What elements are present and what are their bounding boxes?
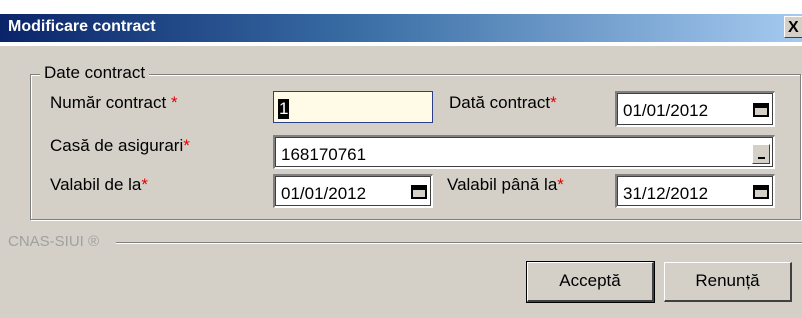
numar-contract-input[interactable]: 1 — [273, 91, 433, 123]
numar-contract-label: Număr contract * — [50, 93, 178, 112]
calendar-icon[interactable] — [411, 185, 427, 199]
data-contract-value: 01/01/2012 — [623, 101, 709, 120]
numar-contract-value: 1 — [278, 99, 290, 119]
valabil-pana-la-value: 31/12/2012 — [623, 184, 709, 203]
required-mark: * — [183, 136, 190, 155]
footer-label: CNAS-SIUI ® — [8, 233, 100, 250]
casa-asigurari-value: 168170761 — [281, 145, 367, 164]
data-contract-label: Dată contract* — [449, 93, 557, 112]
close-button[interactable]: X — [784, 16, 802, 38]
calendar-icon[interactable] — [753, 185, 769, 199]
cancel-button[interactable]: Renunță — [664, 262, 792, 302]
required-mark: * — [557, 175, 564, 194]
data-contract-input[interactable]: 01/01/2012 — [615, 91, 775, 127]
calendar-icon[interactable] — [753, 103, 769, 117]
casa-asigurari-input[interactable]: 168170761 — [273, 135, 775, 169]
window-title: Modificare contract — [8, 18, 156, 35]
required-mark: * — [141, 175, 148, 194]
footer-divider — [116, 242, 802, 244]
casa-asigurari-label: Casă de asigurari* — [50, 136, 190, 155]
valabil-de-la-label: Valabil de la* — [50, 175, 148, 194]
valabil-de-la-value: 01/01/2012 — [281, 184, 367, 203]
required-mark: * — [170, 93, 178, 112]
title-bar: Modificare contract X — [0, 0, 802, 46]
valabil-pana-la-label: Valabil până la* — [447, 175, 564, 194]
accept-button[interactable]: Acceptă — [526, 261, 655, 303]
groupbox-legend: Date contract — [40, 63, 150, 83]
required-mark: * — [550, 93, 557, 112]
valabil-pana-la-input[interactable]: 31/12/2012 — [615, 174, 775, 208]
valabil-de-la-input[interactable]: 01/01/2012 — [273, 174, 433, 208]
lookup-button-icon[interactable] — [752, 144, 770, 164]
